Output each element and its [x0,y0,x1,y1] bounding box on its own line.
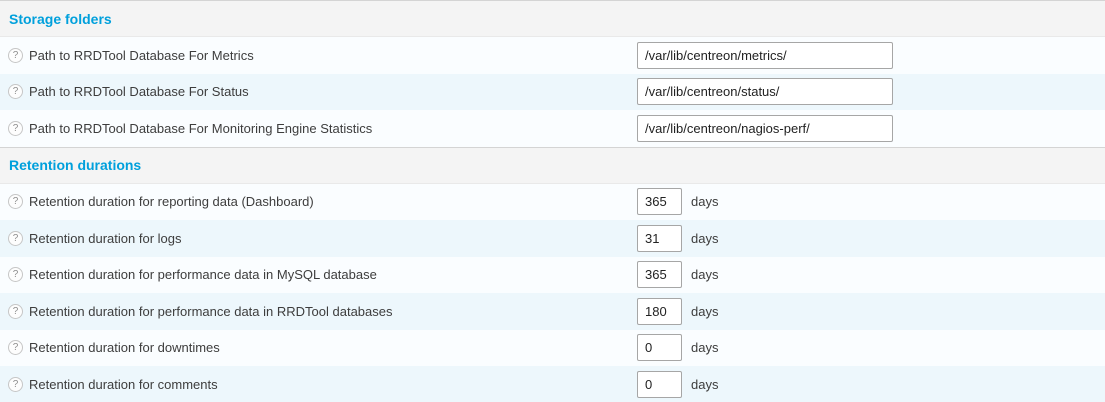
form-section: Retention durations ? Retention duration… [0,147,1105,402]
field-label: Retention duration for comments [29,377,218,392]
field-label: Retention duration for reporting data (D… [29,194,314,209]
help-icon[interactable]: ? [8,194,23,209]
help-icon[interactable]: ? [8,377,23,392]
help-icon[interactable]: ? [8,84,23,99]
field-suffix-label: days [691,340,718,355]
form-row: ? Path to RRDTool Database For Status [0,74,1105,111]
help-icon[interactable]: ? [8,304,23,319]
field-label: Path to RRDTool Database For Monitoring … [29,121,372,136]
field-suffix-label: days [691,194,718,209]
form-row: ? Retention duration for downtimes days [0,330,1105,367]
field-input[interactable] [637,115,893,142]
help-icon[interactable]: ? [8,231,23,246]
field-label-wrap: ? Path to RRDTool Database For Monitorin… [8,121,637,136]
section-rows: ? Path to RRDTool Database For Metrics ?… [0,37,1105,147]
form-section: Storage folders ? Path to RRDTool Databa… [0,0,1105,147]
help-icon[interactable]: ? [8,340,23,355]
field-input[interactable] [637,42,893,69]
field-label-wrap: ? Retention duration for logs [8,231,637,246]
field-label-wrap: ? Retention duration for downtimes [8,340,637,355]
section-header: Retention durations [0,147,1105,184]
form-row: ? Retention duration for performance dat… [0,257,1105,294]
section-header: Storage folders [0,0,1105,37]
form-row: ? Retention duration for reporting data … [0,184,1105,221]
field-input[interactable] [637,78,893,105]
field-label: Retention duration for performance data … [29,304,393,319]
field-input[interactable] [637,334,682,361]
field-input[interactable] [637,188,682,215]
field-label-wrap: ? Retention duration for reporting data … [8,194,637,209]
field-input[interactable] [637,261,682,288]
field-label-wrap: ? Retention duration for performance dat… [8,304,637,319]
field-label: Path to RRDTool Database For Metrics [29,48,254,63]
field-label: Retention duration for downtimes [29,340,220,355]
field-suffix-label: days [691,304,718,319]
field-label: Retention duration for logs [29,231,181,246]
field-suffix-label: days [691,267,718,282]
settings-form: Storage folders ? Path to RRDTool Databa… [0,0,1105,402]
help-icon[interactable]: ? [8,267,23,282]
field-label-wrap: ? Path to RRDTool Database For Metrics [8,48,637,63]
field-label-wrap: ? Retention duration for performance dat… [8,267,637,282]
section-header-title: Retention durations [9,157,141,173]
field-label: Path to RRDTool Database For Status [29,84,249,99]
field-input[interactable] [637,225,682,252]
help-icon[interactable]: ? [8,121,23,136]
field-label: Retention duration for performance data … [29,267,377,282]
field-input[interactable] [637,371,682,398]
section-rows: ? Retention duration for reporting data … [0,184,1105,402]
field-suffix-label: days [691,231,718,246]
form-row: ? Retention duration for performance dat… [0,293,1105,330]
help-icon[interactable]: ? [8,48,23,63]
field-label-wrap: ? Retention duration for comments [8,377,637,392]
form-row: ? Retention duration for logs days [0,220,1105,257]
form-row: ? Retention duration for comments days [0,366,1105,402]
form-row: ? Path to RRDTool Database For Metrics [0,37,1105,74]
field-label-wrap: ? Path to RRDTool Database For Status [8,84,637,99]
field-input[interactable] [637,298,682,325]
section-header-title: Storage folders [9,11,112,27]
field-suffix-label: days [691,377,718,392]
form-row: ? Path to RRDTool Database For Monitorin… [0,110,1105,147]
